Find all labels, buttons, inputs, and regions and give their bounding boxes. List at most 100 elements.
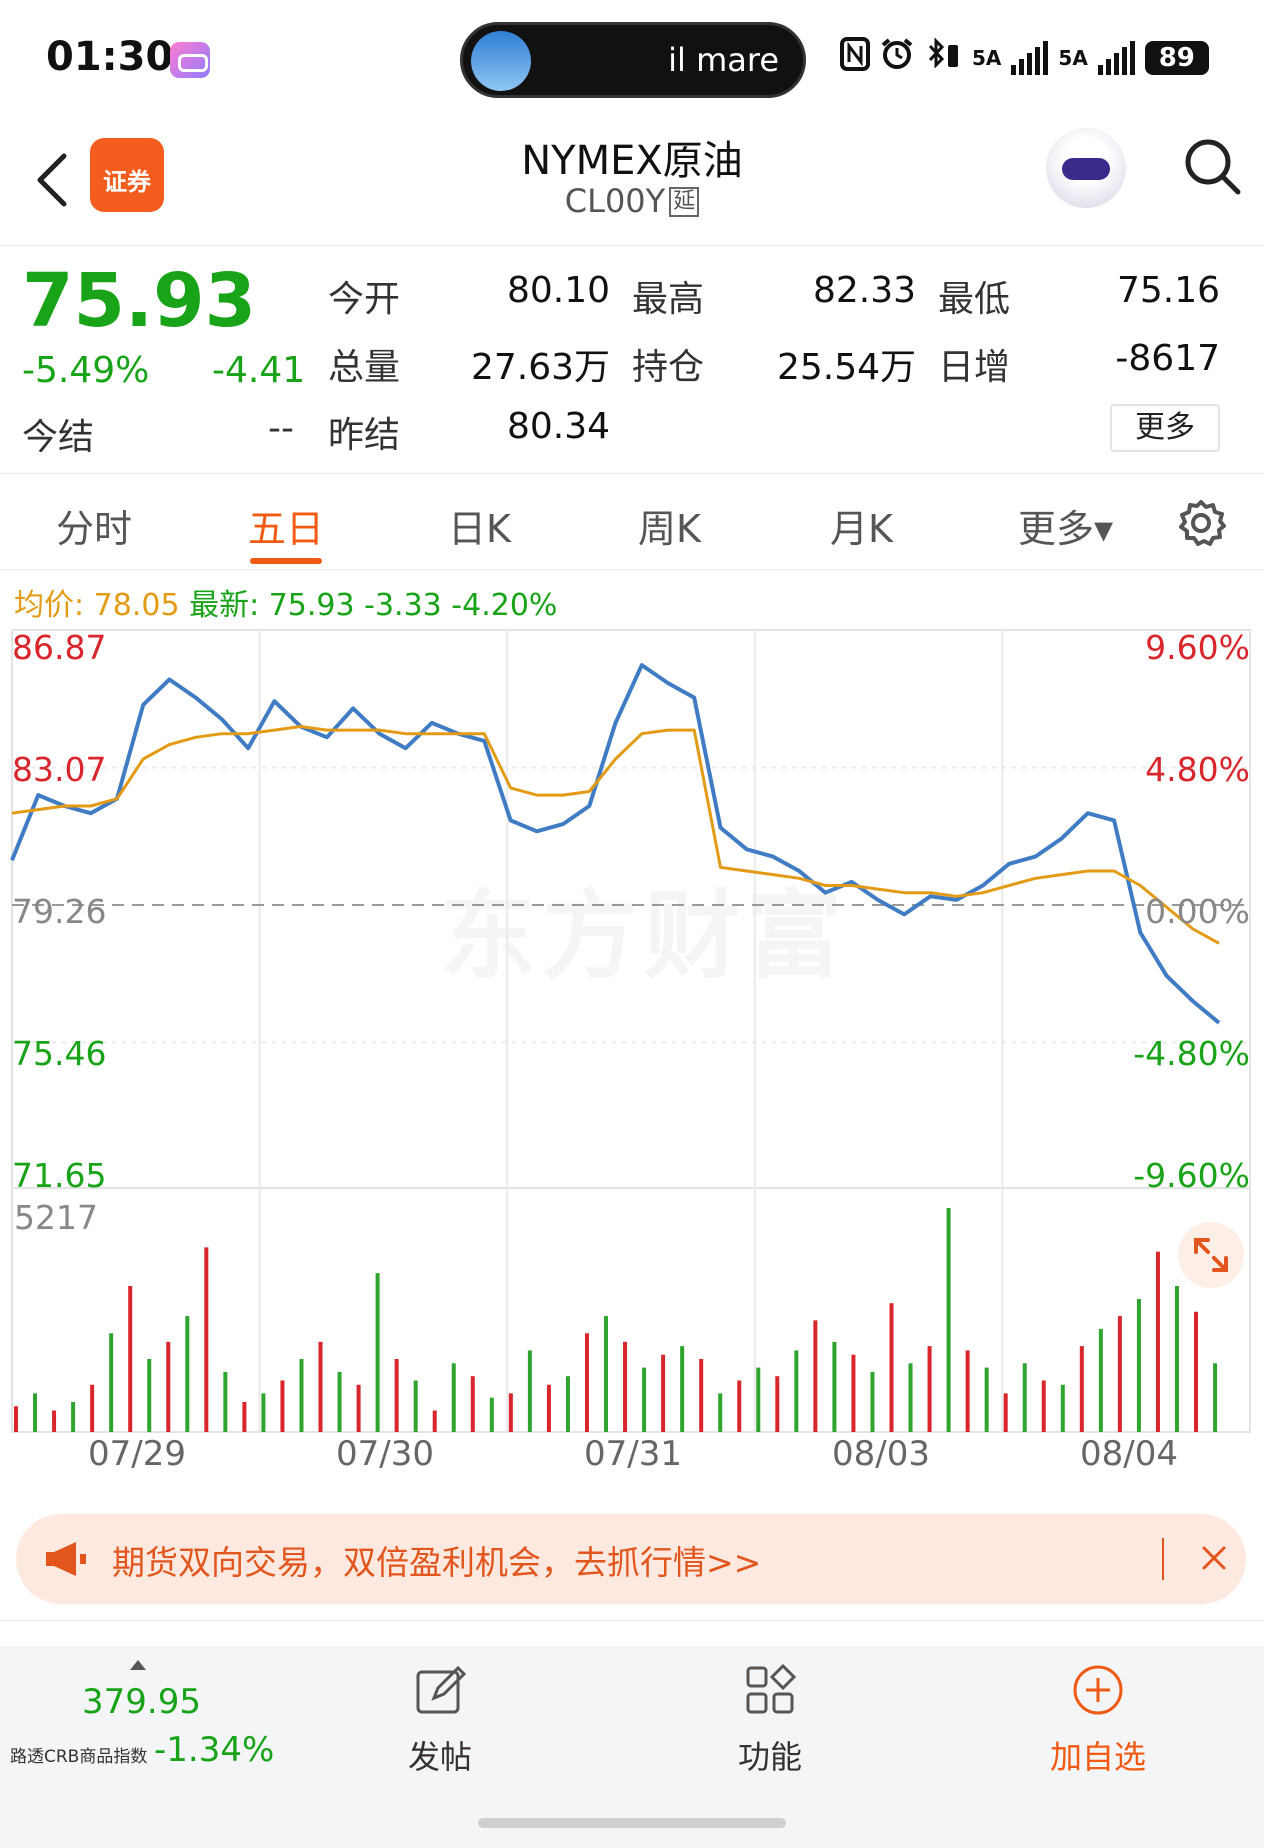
tab-intraday[interactable]: 分时 xyxy=(56,498,132,553)
daily-increase-label: 日增 xyxy=(938,347,1011,388)
signal-1-icon xyxy=(1011,41,1049,75)
volume-bar xyxy=(870,1371,875,1432)
last-price: 75.93 xyxy=(22,258,257,344)
x-tick-4: 08/04 xyxy=(1080,1434,1178,1474)
volume-bar xyxy=(223,1371,228,1432)
post-button[interactable]: 发帖 xyxy=(370,1662,510,1778)
volume-bar xyxy=(889,1303,894,1432)
divider-strip xyxy=(0,1620,1264,1646)
tab-weekly-k[interactable]: 周K xyxy=(638,498,701,553)
volume-label: 总量 xyxy=(328,347,401,388)
volume-bar xyxy=(280,1380,285,1432)
promo-banner[interactable]: 期货双向交易，双倍盈利机会，去抓行情>> xyxy=(16,1514,1246,1604)
volume-bar xyxy=(337,1371,342,1432)
volume-bar xyxy=(33,1393,38,1432)
volume-bar xyxy=(299,1359,304,1432)
assistant-robot-icon[interactable] xyxy=(1046,128,1126,208)
volume-bar xyxy=(413,1380,418,1432)
fullscreen-button[interactable] xyxy=(1178,1222,1244,1288)
volume-bar xyxy=(1022,1363,1027,1432)
gear-icon xyxy=(1179,500,1226,546)
volume-bar xyxy=(661,1354,666,1432)
crb-index-name[interactable]: 路透CRB商品指数 xyxy=(10,1742,147,1767)
alarm-icon xyxy=(880,37,914,79)
chart-settings-button[interactable] xyxy=(1176,498,1226,548)
volume-bar xyxy=(14,1406,18,1432)
volume-bar xyxy=(147,1359,152,1432)
nfc-icon xyxy=(840,37,870,79)
functions-label: 功能 xyxy=(737,1738,802,1776)
volume-bar xyxy=(242,1401,247,1432)
volume-bar xyxy=(109,1333,114,1432)
signal-2-icon xyxy=(1097,41,1135,75)
volume-bar xyxy=(432,1410,437,1432)
code-label: CL00Y xyxy=(564,182,666,220)
banner-divider xyxy=(1162,1538,1164,1580)
volume-bar xyxy=(508,1393,513,1432)
volume-bar xyxy=(375,1273,380,1432)
delay-tag: 延 xyxy=(669,187,700,217)
volume-bar xyxy=(1194,1311,1199,1432)
volume-bar xyxy=(1003,1393,1008,1432)
banner-close-button[interactable] xyxy=(1192,1536,1236,1580)
search-button[interactable] xyxy=(1180,134,1244,198)
volume-bar xyxy=(984,1367,989,1432)
x-tick-2: 07/31 xyxy=(584,1434,682,1474)
home-indicator[interactable] xyxy=(478,1818,786,1828)
open-interest-label: 持仓 xyxy=(632,347,705,388)
volume-bar xyxy=(261,1393,266,1432)
high-value: 82.33 xyxy=(812,270,916,311)
volume-bar xyxy=(90,1384,95,1432)
y-tick-right-0: 9.60% xyxy=(1145,628,1250,667)
volume-bar xyxy=(1079,1346,1084,1432)
volume-bar xyxy=(527,1350,532,1432)
volume-bar xyxy=(394,1359,399,1432)
chart-frame xyxy=(11,629,1251,1433)
tab-daily-k[interactable]: 日K xyxy=(448,498,511,553)
edit-icon xyxy=(416,1665,467,1714)
now-playing-title: il mare xyxy=(668,41,779,79)
banner-text: 期货双向交易，双倍盈利机会，去抓行情>> xyxy=(112,1543,762,1582)
volume-bar xyxy=(584,1333,589,1432)
crb-index-value[interactable]: 379.95 xyxy=(82,1682,201,1722)
crb-index-change[interactable]: -1.34% xyxy=(154,1730,274,1770)
volume-bar xyxy=(1213,1363,1218,1432)
signal-1-label: 5A xyxy=(972,46,1002,70)
volume-bar xyxy=(832,1341,837,1432)
volume-bar xyxy=(718,1393,723,1432)
volume-bar xyxy=(1136,1298,1141,1432)
prev-settle-value: 80.34 xyxy=(506,406,610,447)
more-quote-button[interactable]: 更多 xyxy=(1110,404,1220,452)
open-value: 80.10 xyxy=(506,270,610,311)
volume-bar xyxy=(965,1350,970,1432)
settle-label: 今结 xyxy=(22,417,95,458)
x-tick-1: 07/30 xyxy=(336,1434,434,1474)
y-tick-left-0: 86.87 xyxy=(12,628,107,667)
quote-panel: 75.93 -5.49% -4.41 今结 -- 今开 80.10 最高 82.… xyxy=(0,246,1264,474)
x-tick-0: 07/29 xyxy=(88,1434,186,1474)
five-day-chart[interactable] xyxy=(0,620,1264,1440)
volume-bar xyxy=(356,1384,361,1432)
post-label: 发帖 xyxy=(407,1738,472,1776)
tab-five-day[interactable]: 五日 xyxy=(248,498,324,553)
index-expand-arrow-icon[interactable] xyxy=(130,1660,146,1670)
megaphone-icon xyxy=(42,1538,88,1580)
tab-monthly-k[interactable]: 月K xyxy=(830,498,893,553)
volume-bar xyxy=(813,1320,818,1432)
vr-app-icon xyxy=(170,42,210,78)
volume-bar xyxy=(489,1397,494,1432)
volume-bar xyxy=(71,1401,76,1432)
volume-bar xyxy=(1060,1384,1065,1432)
add-watchlist-button[interactable]: 加自选 xyxy=(1028,1662,1168,1778)
latest-price-line: 最新: 75.93 -3.33 -4.20% xyxy=(189,588,558,623)
volume-bar xyxy=(1155,1251,1160,1432)
volume-bar xyxy=(546,1384,551,1432)
y-tick-right-4: -9.60% xyxy=(1133,1156,1250,1195)
volume-bar xyxy=(699,1359,704,1432)
volume-bar xyxy=(680,1346,685,1432)
functions-button[interactable]: 功能 xyxy=(700,1662,840,1778)
now-playing-island[interactable]: il mare xyxy=(460,22,806,98)
volume-bar xyxy=(946,1208,951,1432)
volume-bar xyxy=(185,1316,190,1432)
tab-more[interactable]: 更多▾ xyxy=(1018,498,1113,553)
